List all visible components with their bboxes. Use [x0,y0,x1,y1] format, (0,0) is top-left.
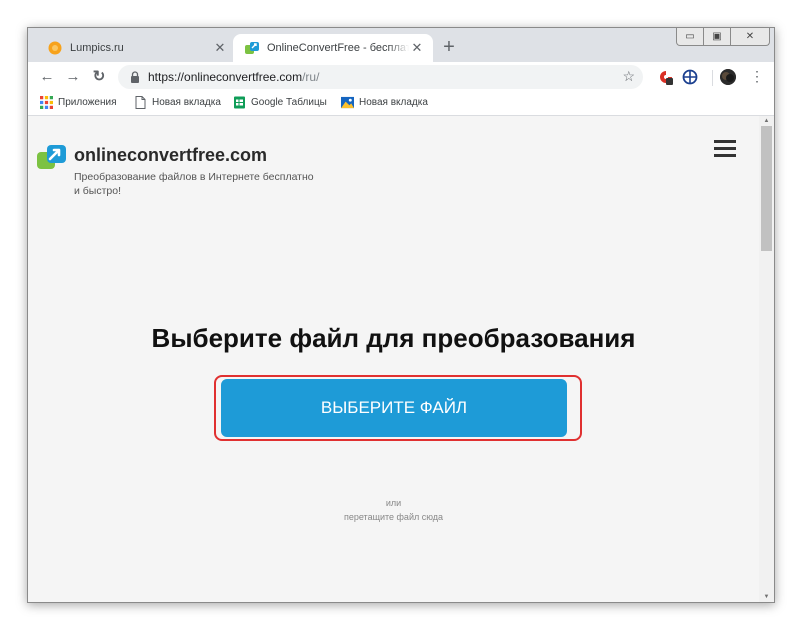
page-content: onlineconvertfree.com Преобразование фай… [28,116,759,602]
page-title: Выберите файл для преобразования [151,323,636,353]
close-icon[interactable]: ✕ [409,40,425,56]
bookmark-label: Приложения [58,97,117,108]
toolbar-separator [712,70,713,86]
new-tab-button[interactable]: + [438,36,460,58]
tab-title: Lumpics.ru [70,42,124,54]
profile-avatar[interactable] [720,69,736,85]
choose-file-button[interactable]: ВЫБЕРИТЕ ФАЙЛ [221,379,567,437]
url-text: https://onlineconvertfree.com/ru/ [148,70,319,84]
onlineconvertfree-logo-icon [245,42,259,54]
tab-title: OnlineConvertFree - бесплатный [267,42,409,54]
close-window-icon[interactable]: ✕ [730,28,770,46]
address-bar[interactable]: https://onlineconvertfree.com/ru/ ☆ [118,65,643,89]
scrollbar-thumb[interactable] [761,126,772,251]
bookmark-google-sheets[interactable]: Google Таблицы [233,96,327,109]
tab-lumpics[interactable]: Lumpics.ru ✕ [36,34,236,62]
url-host: https://onlineconvertfree.com [148,70,303,84]
url-path: /ru/ [302,70,320,84]
back-arrow-icon[interactable]: ← [38,68,56,86]
bookmark-label: Google Таблицы [251,97,327,108]
window-controls: ▭ ▣ ✕ [676,28,770,46]
bookmark-label: Новая вкладка [359,97,428,108]
hamburger-menu-icon[interactable] [714,140,736,158]
maximize-icon[interactable]: ▣ [703,28,731,46]
avatar-image-icon [720,69,736,85]
image-icon [341,96,354,109]
bookmark-label: Новая вкладка [152,97,221,108]
tagline: Преобразование файлов в Интернете беспла… [74,171,314,197]
forward-arrow-icon[interactable]: → [64,68,82,86]
onlineconvertfree-logo-icon[interactable] [37,144,67,170]
bookmark-new-tab[interactable]: Новая вкладка [134,96,221,109]
tab-onlineconvertfree[interactable]: OnlineConvertFree - бесплатный ✕ [233,34,433,62]
orange-circle-icon [48,41,62,55]
tab-strip: Lumpics.ru ✕ OnlineConvertFree - бесплат… [28,28,774,62]
bookmark-new-tab-2[interactable]: Новая вкладка [341,96,428,109]
scroll-up-arrow-icon[interactable]: ▲ [759,116,774,126]
scroll-down-arrow-icon[interactable]: ▼ [759,592,774,602]
globe-extension-icon[interactable] [682,69,698,85]
bookmarks-bar: Приложения Новая вкладка Google Таблицы … [28,92,774,116]
browser-window: Lumpics.ru ✕ OnlineConvertFree - бесплат… [27,27,775,603]
reload-icon[interactable]: ↻ [90,68,108,86]
or-label: или [385,498,402,508]
lock-icon [131,71,139,83]
page-icon [135,96,146,109]
drop-hint: перетащите файл сюда [343,512,444,522]
close-icon[interactable]: ✕ [212,40,228,56]
minimize-icon[interactable]: ▭ [676,28,704,46]
brand-name[interactable]: onlineconvertfree.com [74,145,267,166]
kebab-menu-icon[interactable]: ⋮ [750,67,764,85]
bookmark-apps[interactable]: Приложения [40,96,117,109]
apps-grid-icon [40,96,53,109]
vertical-scrollbar[interactable]: ▲ ▼ [759,116,774,602]
sheets-icon [234,96,245,109]
bookmark-star-icon[interactable]: ☆ [622,68,635,85]
extension-red-icon[interactable] [658,69,674,85]
toolbar: ← → ↻ https://onlineconvertfree.com/ru/ … [28,62,774,92]
